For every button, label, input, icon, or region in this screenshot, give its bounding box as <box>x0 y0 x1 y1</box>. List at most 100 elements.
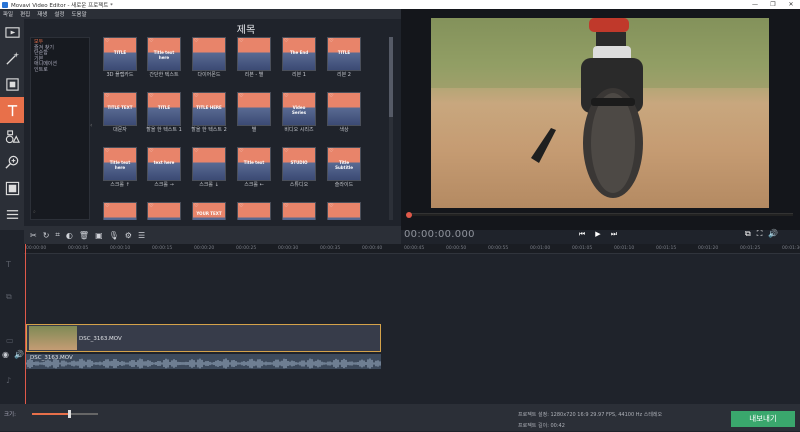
favorite-icon[interactable]: ♡ <box>194 38 198 44</box>
favorite-icon[interactable]: ♡ <box>149 148 153 154</box>
volume-icon[interactable]: 🔊 <box>768 229 778 239</box>
favorite-icon[interactable]: ♡ <box>149 203 153 209</box>
title-thumb[interactable]: ♡ <box>327 202 361 220</box>
title-thumb[interactable]: ♡ <box>103 202 137 220</box>
title-thumb[interactable]: ♡ TITLE <box>103 37 137 71</box>
favorite-icon[interactable]: ♡ <box>329 203 333 209</box>
favorite-icon[interactable]: ♡ <box>239 203 243 209</box>
category-intro[interactable]: 인트로 <box>34 67 86 74</box>
title-thumb[interactable]: ♡ <box>237 92 271 126</box>
rotate-icon[interactable]: ↻ <box>43 231 50 240</box>
title-caption: 대문자 <box>113 127 127 133</box>
scrollbar-thumb[interactable] <box>389 37 393 117</box>
favorite-icon[interactable]: ♡ <box>329 93 333 99</box>
timeline-track-headers: T ⧉ ▭ ◉ 🔊 ♪ <box>0 244 24 404</box>
seek-handle[interactable] <box>406 212 412 218</box>
title-thumb[interactable]: ♡ text here <box>147 147 181 181</box>
title-thumb[interactable]: ♡ TITLE TEXT <box>103 92 137 126</box>
crop-icon[interactable]: ⌗ <box>55 230 60 240</box>
stickers-tool[interactable] <box>0 123 24 149</box>
menu-edit[interactable]: 편집 <box>20 10 30 18</box>
title-thumb[interactable]: ♡ TITLE <box>327 37 361 71</box>
library-scrollbar[interactable] <box>389 37 393 220</box>
favorite-icon[interactable]: ♡ <box>105 38 109 44</box>
eye-icon[interactable]: ◉ <box>2 350 9 359</box>
title-thumb[interactable]: ♡ Title Subtitle <box>327 147 361 181</box>
import-tool[interactable] <box>0 19 24 45</box>
zoom-tool[interactable] <box>0 149 24 175</box>
collapse-panel-icon[interactable]: ‹ <box>90 122 92 129</box>
detach-preview-icon[interactable]: ⧉ <box>745 229 751 239</box>
title-thumb[interactable]: ♡ Title text here <box>103 147 137 181</box>
project-settings[interactable]: 프로젝트 설정: 1280x720 16:9 29.97 FPS, 44100 … <box>518 410 662 421</box>
favorite-icon[interactable]: ♡ <box>105 93 109 99</box>
cut-icon[interactable]: ✂ <box>30 231 37 240</box>
mute-icon[interactable]: 🔊 <box>14 350 24 359</box>
color-adjust-icon[interactable]: ◐ <box>66 231 73 240</box>
title-thumb[interactable]: ♡ Title text <box>237 147 271 181</box>
close-button[interactable]: ✕ <box>782 0 800 9</box>
more-tool[interactable] <box>0 201 24 227</box>
favorite-icon[interactable]: ♡ <box>284 203 288 209</box>
title-thumb[interactable]: ♡ <box>192 37 226 71</box>
play-button[interactable]: ▶ <box>592 228 604 240</box>
favorite-icon[interactable]: ♡ <box>329 148 333 154</box>
audio-clip[interactable]: DSC_3163.MOV <box>26 354 381 369</box>
filters-tool[interactable] <box>0 45 24 71</box>
tool-strip <box>0 19 24 230</box>
favorite-icon[interactable]: ♡ <box>105 148 109 154</box>
title-thumb[interactable]: ♡ Video Series <box>282 92 316 126</box>
favorite-icon[interactable]: ♡ <box>329 38 333 44</box>
titles-tool[interactable] <box>0 97 24 123</box>
favorite-icon[interactable]: ♡ <box>194 93 198 99</box>
transitions-tool[interactable] <box>0 71 24 97</box>
favorite-icon[interactable]: ♡ <box>149 93 153 99</box>
title-thumb[interactable]: ♡ <box>237 202 271 220</box>
favorite-icon[interactable]: ♡ <box>194 148 198 154</box>
vignette-tool[interactable] <box>0 175 24 201</box>
menu-settings[interactable]: 설정 <box>54 10 64 18</box>
category-search-icon[interactable]: ⌕ <box>33 210 36 216</box>
title-thumb[interactable]: ♡ <box>192 147 226 181</box>
title-thumb[interactable]: ♡ TITLE <box>147 92 181 126</box>
ruler-tick: 00:00:15 <box>152 246 173 251</box>
favorite-icon[interactable]: ♡ <box>149 38 153 44</box>
title-thumb[interactable]: ♡ <box>237 37 271 71</box>
favorite-icon[interactable]: ♡ <box>284 93 288 99</box>
menu-file[interactable]: 파일 <box>3 10 13 18</box>
minimize-button[interactable]: — <box>746 0 764 9</box>
title-thumb[interactable]: ♡ TITLE HERE <box>192 92 226 126</box>
maximize-button[interactable]: ❐ <box>764 0 782 9</box>
next-frame-button[interactable]: ⏭ <box>608 228 620 240</box>
favorite-icon[interactable]: ♡ <box>239 148 243 154</box>
menu-playback[interactable]: 재생 <box>37 10 47 18</box>
prev-frame-button[interactable]: ⏮ <box>576 228 588 240</box>
title-thumb[interactable]: ♡ <box>147 202 181 220</box>
title-thumb[interactable]: ♡ YOUR TEXT <box>192 202 226 220</box>
title-thumb[interactable]: ♡ <box>282 202 316 220</box>
title-thumb[interactable]: ♡ STUDIO <box>282 147 316 181</box>
delete-icon[interactable]: 🗑 <box>79 231 89 240</box>
favorite-icon[interactable]: ♡ <box>105 203 109 209</box>
equalizer-icon[interactable]: ☰ <box>138 231 145 240</box>
export-button[interactable]: 내보내기 <box>731 411 795 427</box>
zoom-slider[interactable] <box>32 413 98 415</box>
favorite-icon[interactable]: ♡ <box>284 148 288 154</box>
microphone-icon[interactable]: 🎙 <box>109 231 119 240</box>
favorite-icon[interactable]: ♡ <box>284 38 288 44</box>
favorite-icon[interactable]: ♡ <box>239 38 243 44</box>
zoom-slider-handle[interactable] <box>68 410 71 418</box>
image-icon[interactable]: ▣ <box>95 231 103 240</box>
favorite-icon[interactable]: ♡ <box>239 93 243 99</box>
fullscreen-icon[interactable]: ⛶ <box>757 229 763 239</box>
title-thumb[interactable]: ♡ The End <box>282 37 316 71</box>
menu-help[interactable]: 도움말 <box>72 10 87 18</box>
title-thumb[interactable]: ♡ <box>327 92 361 126</box>
gear-icon[interactable]: ⚙ <box>125 231 132 240</box>
favorite-icon[interactable]: ♡ <box>194 203 198 209</box>
timeline-ruler[interactable]: 00:00:00 00:00:05 00:00:10 00:00:15 00:00:20… <box>24 244 800 254</box>
title-thumb[interactable]: ♡ Title text here <box>147 37 181 71</box>
music-track-icon: ♪ <box>6 376 12 385</box>
video-clip[interactable]: DSC_3163.MOV <box>26 324 381 352</box>
seek-bar[interactable] <box>407 213 793 216</box>
